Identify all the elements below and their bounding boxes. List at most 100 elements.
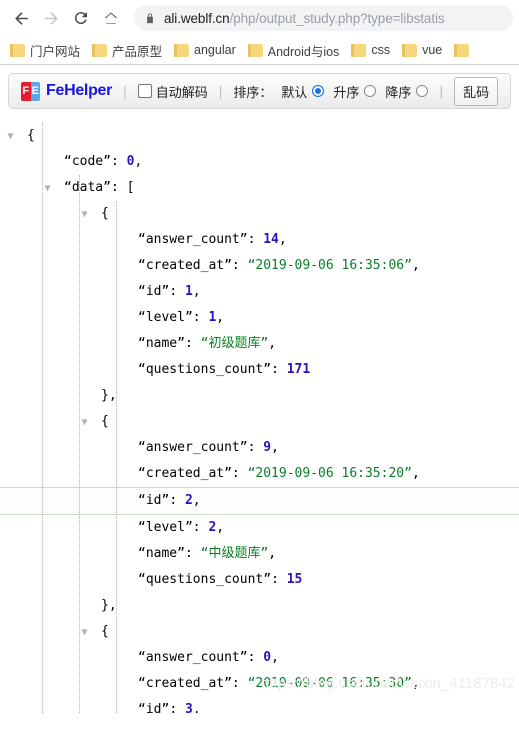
fehelper-toolbar: F E FeHelper | 自动解码 | 排序： 默认 升序 降序 | 乱码 (8, 73, 511, 109)
url-host: ali.weblf.cn (164, 10, 230, 26)
json-row[interactable]: ▼{ (0, 619, 519, 645)
json-row-content: “data”: [ (0, 175, 134, 201)
url-text: ali.weblf.cn/php/output_study.php?type=l… (164, 11, 445, 26)
json-punctuation: , (268, 336, 277, 351)
json-row[interactable]: “id”: 3, (0, 697, 519, 713)
json-row-content: }, (0, 383, 117, 409)
collapse-triangle-icon[interactable]: ▼ (79, 209, 90, 220)
json-row[interactable]: }, (0, 593, 519, 619)
json-key: “answer_count” (138, 232, 248, 247)
json-punctuation: , (271, 650, 279, 665)
json-viewer: ▼{“code”: 0, ▼ “data”: [▼{“answer_count”: … (0, 109, 519, 713)
json-row[interactable]: ▼{ (0, 201, 519, 227)
bookmark-label: 门户网站 (30, 44, 81, 59)
json-row[interactable]: “level”: 2, (0, 515, 519, 541)
address-bar[interactable]: ali.weblf.cn/php/output_study.php?type=l… (134, 5, 513, 31)
json-key: “id” (138, 493, 170, 508)
sort-option-label: 降序 (385, 84, 412, 100)
json-punctuation: , (216, 310, 225, 325)
json-row[interactable]: ▼{ (0, 409, 519, 435)
bookmark-label: vue (422, 43, 443, 57)
fehelper-logo-icon: F E (21, 81, 40, 101)
radio-dot-icon (416, 85, 429, 97)
json-punctuation: : (247, 650, 264, 665)
lock-icon (147, 12, 153, 23)
bookmark-item[interactable]: vue (396, 40, 448, 60)
json-row[interactable]: “questions_count”: 171 (0, 357, 519, 383)
forward-button[interactable] (36, 3, 66, 33)
bookmark-item[interactable]: 产品原型 (86, 38, 168, 63)
toolbar-divider: | (123, 83, 127, 99)
json-row[interactable]: “code”: 0, (0, 149, 519, 175)
reload-button[interactable] (66, 3, 96, 33)
json-row-content: “id”: 3, (0, 697, 201, 713)
json-punctuation: : (231, 676, 248, 691)
collapse-triangle-icon[interactable]: ▼ (79, 417, 90, 428)
json-number-value: 171 (286, 362, 311, 377)
json-row-highlighted[interactable]: “id”: 2, (0, 487, 519, 515)
json-string-value: “2019-09-06 16:35:20” (247, 466, 412, 481)
bookmark-item[interactable]: Android与ios (242, 38, 346, 63)
bookmark-item[interactable]: angular (168, 40, 242, 60)
sort-option-descending[interactable]: 降序 (385, 82, 429, 101)
auto-decode-checkbox[interactable]: 自动解码 (137, 82, 208, 101)
folder-icon (247, 43, 263, 57)
radio-dot-icon (312, 85, 325, 97)
json-key: “data” (64, 180, 111, 195)
json-row-content: “created_at”: “2019-09-06 16:35:20”, (0, 461, 420, 487)
indent-guide (116, 201, 117, 713)
url-path: /php/output_study.php?type=libstatis (229, 10, 445, 26)
bookmark-item[interactable]: 门户网站 (4, 38, 86, 63)
json-row[interactable]: }, (0, 383, 519, 409)
json-row[interactable]: “created_at”: “2019-09-06 16:35:06”, (0, 253, 519, 279)
collapse-triangle-icon[interactable]: ▼ (42, 183, 53, 194)
json-row[interactable]: “answer_count”: 14, (0, 227, 519, 253)
json-key: “answer_count” (138, 440, 248, 455)
folder-icon (174, 43, 190, 57)
back-button[interactable] (6, 3, 36, 33)
collapse-triangle-icon[interactable]: ▼ (79, 627, 90, 638)
home-button[interactable] (96, 3, 126, 33)
json-row-content: { (0, 201, 109, 227)
back-arrow-icon (14, 11, 28, 25)
json-row[interactable]: “level”: 1, (0, 305, 519, 331)
json-row[interactable]: “name”: “初级题库”, (0, 331, 519, 357)
json-row-content: “code”: 0, (0, 149, 142, 175)
json-row[interactable]: “answer_count”: 9, (0, 435, 519, 461)
logo-letter-e: E (30, 81, 40, 101)
json-punctuation: : (184, 546, 201, 561)
json-punctuation: : (247, 232, 264, 247)
json-punctuation: , (192, 702, 201, 713)
json-row[interactable]: “created_at”: “2019-09-06 16:35:20”, (0, 461, 519, 487)
json-key: “level” (138, 520, 193, 535)
sort-option-ascending[interactable]: 升序 (333, 82, 377, 101)
json-row-content: }, (0, 593, 117, 619)
collapse-triangle-icon[interactable]: ▼ (5, 131, 16, 142)
toolbar-divider: | (218, 83, 223, 99)
json-row[interactable]: “id”: 1, (0, 279, 519, 305)
json-row[interactable]: ▼ “data”: [ (0, 175, 519, 201)
watermark-text: https://blog.csdn.net/weixin_41187842 (260, 675, 515, 692)
json-row[interactable]: “questions_count”: 15 (0, 567, 519, 593)
json-punctuation: : (231, 258, 248, 273)
json-punctuation: : (110, 180, 127, 195)
json-row[interactable]: “answer_count”: 0, (0, 645, 519, 671)
folder-icon (10, 43, 25, 57)
json-row[interactable]: ▼{ (0, 123, 519, 149)
json-punctuation: : (192, 310, 209, 325)
bookmark-label: Android与ios (267, 44, 340, 59)
logo-letter-f: F (21, 81, 31, 101)
json-row[interactable]: “name”: “中级题库”, (0, 541, 519, 567)
bookmark-item-overflow[interactable] (448, 41, 480, 60)
json-punctuation: , (411, 466, 420, 481)
sort-option-default[interactable]: 默认 (281, 82, 325, 101)
bookmark-label: 产品原型 (112, 44, 163, 59)
json-punctuation: : (271, 572, 287, 587)
scramble-recover-button[interactable]: 乱码 (454, 76, 499, 106)
fehelper-title: FeHelper (46, 82, 113, 99)
bookmark-item[interactable]: css (345, 40, 396, 60)
json-punctuation: , (271, 440, 279, 455)
json-key: “created_at” (138, 466, 232, 481)
bookmark-label: angular (194, 43, 236, 57)
json-string-value: “中级题库” (200, 546, 269, 561)
